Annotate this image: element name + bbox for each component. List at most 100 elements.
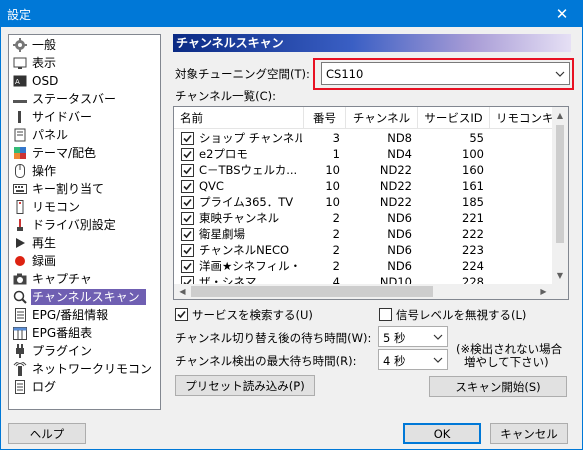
channel-checkbox[interactable] <box>181 228 194 241</box>
sidebar-item-channel-scan[interactable]: チャンネルスキャン <box>9 288 160 306</box>
search-services-label[interactable]: サービスを検索する(U) <box>192 307 313 323</box>
cell-number: 3 <box>332 131 340 145</box>
sidebar-item-label: OSD <box>32 74 59 88</box>
channel-checkbox[interactable] <box>181 212 194 225</box>
table-row[interactable]: チャンネルNECO 2 ND6 223 <box>174 242 554 258</box>
sidebar-item-label: 録画 <box>32 254 57 268</box>
sidebar-item-epg-table[interactable]: EPG番組表 <box>9 324 160 342</box>
sidebar-item-capture[interactable]: キャプチャ <box>9 270 160 288</box>
sidebar-item-plugin[interactable]: プラグイン <box>9 342 160 360</box>
chevron-down-icon[interactable] <box>551 63 569 84</box>
sidebar-item-network-remote[interactable]: ネットワークリモコン <box>9 360 160 378</box>
cell-service-id: 160 <box>462 163 484 177</box>
cell-number: 10 <box>325 195 340 209</box>
switch-wait-select[interactable]: 5 秒 <box>378 326 448 347</box>
statusbar-icon <box>12 91 28 107</box>
close-icon[interactable]: ✕ <box>541 0 583 27</box>
sidebar-item-label: テーマ/配色 <box>32 146 97 160</box>
osd-icon: A <box>12 73 28 89</box>
tuning-space-select[interactable]: CS110 <box>321 62 570 85</box>
driver-icon <box>12 217 28 233</box>
gear-icon <box>12 37 28 53</box>
sidebar-item-record[interactable]: 録画 <box>9 252 160 270</box>
sidebar-item-remote[interactable]: リモコン <box>9 198 160 216</box>
sidebar-item-label: ネットワークリモコン <box>32 362 153 376</box>
sidebar-item-log[interactable]: ログ <box>9 378 160 396</box>
sidebar-item-theme[interactable]: テーマ/配色 <box>9 144 160 162</box>
sidebar-item-label: パネル <box>32 128 69 142</box>
sidebar-item-label: キー割り当て <box>32 182 105 196</box>
channel-checkbox[interactable] <box>181 244 194 257</box>
scroll-right-icon[interactable]: ▶ <box>535 284 552 299</box>
preset-load-button[interactable]: プリセット読み込み(P) <box>175 375 315 396</box>
scroll-left-icon[interactable]: ◀ <box>174 284 191 299</box>
detect-wait-label: チャンネル検出の最大待ち時間(R): <box>175 354 357 368</box>
scroll-up-icon[interactable]: ▲ <box>552 107 568 124</box>
channel-checkbox[interactable] <box>181 196 194 209</box>
channel-checkbox[interactable] <box>181 132 194 145</box>
channel-checkbox[interactable] <box>181 164 194 177</box>
cell-service-id: 222 <box>462 227 484 241</box>
column-header-number[interactable]: 番号 <box>304 107 346 129</box>
detect-wait-select[interactable]: 4 秒 <box>378 349 448 370</box>
sidebar-item-label: EPG/番組情報 <box>32 308 109 322</box>
cell-service-id: 100 <box>462 147 484 161</box>
scrollbar-thumb[interactable] <box>556 125 564 243</box>
sidebar-item-general[interactable]: 一般 <box>9 36 160 54</box>
cell-name: C－TBSウェルカ... <box>199 163 298 177</box>
channel-list[interactable]: 名前 番号 チャンネル サービスID リモコンキー ショップ チャンネル 3 N… <box>173 106 569 300</box>
horizontal-scrollbar[interactable]: ◀ ▶ <box>174 284 568 299</box>
vertical-scrollbar[interactable]: ▲ ▼ <box>552 107 568 284</box>
theme-icon <box>12 145 28 161</box>
settings-category-list[interactable]: 一般 表示 A OSD ステータスバー サイドバー パネル テーマ/配色 操作 … <box>8 34 161 410</box>
channel-list-label: チャンネル一覧(C): <box>175 89 277 103</box>
table-row[interactable]: ザ・シネマ 4 ND10 228 <box>174 274 554 284</box>
cell-service-id: 55 <box>469 131 484 145</box>
sidebar-item-operation[interactable]: 操作 <box>9 162 160 180</box>
column-header-channel[interactable]: チャンネル <box>346 107 418 129</box>
sidebar-item-keys[interactable]: キー割り当て <box>9 180 160 198</box>
help-button[interactable]: ヘルプ <box>8 423 86 444</box>
table-row[interactable]: QVC 10 ND22 161 <box>174 178 554 194</box>
channel-checkbox[interactable] <box>181 276 194 284</box>
sidebar-item-epg[interactable]: EPG/番組情報 <box>9 306 160 324</box>
search-services-checkbox[interactable] <box>175 308 188 321</box>
table-row[interactable]: プライム365．TV 10 ND22 185 <box>174 194 554 210</box>
column-header-name[interactable]: 名前 <box>174 107 304 129</box>
cancel-button[interactable]: キャンセル <box>490 423 568 444</box>
detect-wait-value: 4 秒 <box>383 354 406 368</box>
sidebar-item-statusbar[interactable]: ステータスバー <box>9 90 160 108</box>
sidebar-item-panel[interactable]: パネル <box>9 126 160 144</box>
chevron-down-icon[interactable] <box>429 327 447 346</box>
start-scan-button[interactable]: スキャン開始(S) <box>429 376 567 397</box>
table-row[interactable]: C－TBSウェルカ... 10 ND22 160 <box>174 162 554 178</box>
column-header-remote-key[interactable]: リモコンキー <box>490 107 560 129</box>
sidebar-item-playback[interactable]: 再生 <box>9 234 160 252</box>
table-row[interactable]: 東映チャンネル 2 ND6 221 <box>174 210 554 226</box>
cell-remote-key <box>496 258 552 274</box>
cell-name: プライム365．TV <box>199 195 294 209</box>
scrollbar-thumb[interactable] <box>191 286 433 297</box>
channel-checkbox[interactable] <box>181 260 194 273</box>
scroll-down-icon[interactable]: ▼ <box>552 267 568 284</box>
sidebar-item-driver[interactable]: ドライバ別設定 <box>9 216 160 234</box>
chevron-down-icon[interactable] <box>429 350 447 369</box>
sidebar-item-osd[interactable]: A OSD <box>9 72 160 90</box>
ignore-signal-label[interactable]: 信号レベルを無視する(L) <box>396 307 526 323</box>
ignore-signal-checkbox[interactable] <box>379 308 392 321</box>
cell-remote-key <box>496 130 552 146</box>
sidebar-item-sidebar[interactable]: サイドバー <box>9 108 160 126</box>
table-row[interactable]: 洋画★シネフィル・... 2 ND6 224 <box>174 258 554 274</box>
sidebar-item-display[interactable]: 表示 <box>9 54 160 72</box>
table-row[interactable]: 衛星劇場 2 ND6 222 <box>174 226 554 242</box>
cell-name: 衛星劇場 <box>199 227 245 241</box>
table-row[interactable]: e2プロモ 1 ND4 100 <box>174 146 554 162</box>
sidebar-item-label: チャンネルスキャン <box>31 289 146 305</box>
column-header-service-id[interactable]: サービスID <box>418 107 490 129</box>
epg-table-icon <box>12 325 28 341</box>
channel-checkbox[interactable] <box>181 148 194 161</box>
channel-checkbox[interactable] <box>181 180 194 193</box>
ok-button[interactable]: OK <box>403 423 481 444</box>
panel-icon <box>12 127 28 143</box>
table-row[interactable]: ショップ チャンネル 3 ND8 55 <box>174 130 554 146</box>
